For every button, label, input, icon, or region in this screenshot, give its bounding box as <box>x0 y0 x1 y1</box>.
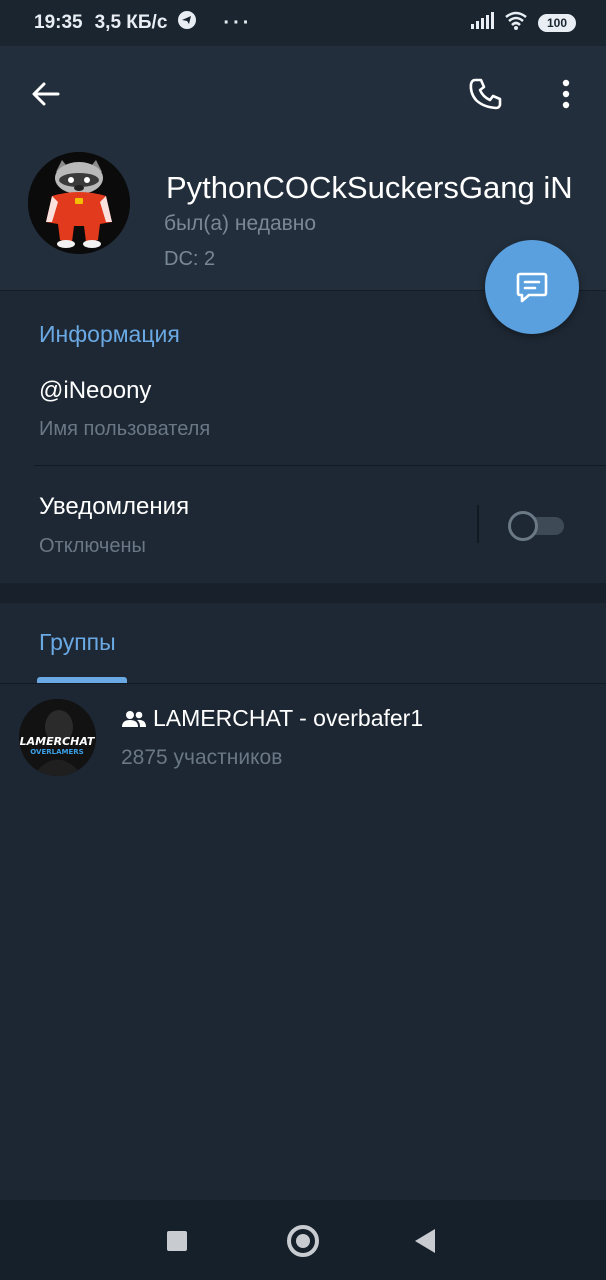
status-bar: 19:35 3,5 КБ/с ··· 100 <box>0 0 606 46</box>
status-more-dots: ··· <box>223 11 253 34</box>
circle-icon <box>296 1234 310 1248</box>
info-section-title: Информация <box>39 321 180 347</box>
more-options-button[interactable] <box>552 76 580 112</box>
profile-dc: DC: 2 <box>164 248 216 270</box>
more-vertical-icon <box>562 79 570 109</box>
system-back-button[interactable] <box>415 1229 435 1253</box>
recents-button[interactable] <box>167 1231 187 1251</box>
battery-icon: 100 <box>538 14 576 32</box>
group-icon <box>122 710 146 727</box>
notifications-label[interactable]: Уведомления <box>39 493 189 521</box>
arrow-left-icon <box>32 82 60 106</box>
system-nav-bar <box>0 1200 606 1280</box>
group-name: LAMERCHAT - overbafer1 <box>153 705 424 731</box>
raccoon-avatar-icon <box>28 152 130 254</box>
toggle-knob <box>508 511 538 541</box>
divider <box>34 465 606 466</box>
telegram-notification-icon <box>177 10 197 36</box>
profile-avatar[interactable] <box>28 152 130 254</box>
lamerchat-avatar-icon: LAMERCHAT OVERLAMERS <box>19 699 96 776</box>
notifications-value: Отключены <box>39 535 146 557</box>
list-item[interactable]: LAMERCHAT OVERLAMERS LAMERCHAT - overbaf… <box>0 685 606 785</box>
svg-text:OVERLAMERS: OVERLAMERS <box>30 748 83 756</box>
svg-text:LAMERCHAT: LAMERCHAT <box>20 735 96 748</box>
tab-groups[interactable]: Группы <box>39 629 116 656</box>
status-speed: 3,5 КБ/с <box>94 12 168 33</box>
info-section: Информация @iNeoony Имя пользователя Уве… <box>0 290 606 583</box>
section-spacer <box>0 583 606 603</box>
profile-status: был(а) недавно <box>164 212 317 235</box>
group-avatar: LAMERCHAT OVERLAMERS <box>19 699 96 776</box>
username-label: Имя пользователя <box>39 418 211 440</box>
wifi-icon <box>504 10 528 36</box>
tab-indicator <box>37 677 127 683</box>
profile-name: PythonCOCkSuckersGang iN <box>166 170 573 205</box>
send-message-button[interactable] <box>485 240 579 334</box>
group-members-count: 2875 участников <box>121 746 283 769</box>
groups-tab-bar: Группы <box>0 603 606 684</box>
notifications-toggle[interactable] <box>508 511 566 541</box>
message-icon <box>516 272 548 303</box>
status-time: 19:35 <box>34 12 83 33</box>
call-button[interactable] <box>466 74 506 114</box>
username-value[interactable]: @iNeoony <box>39 377 151 405</box>
signal-icon <box>470 11 494 35</box>
phone-icon <box>469 78 502 110</box>
home-button[interactable] <box>287 1225 319 1257</box>
divider-vertical <box>477 505 479 543</box>
back-button[interactable] <box>28 76 64 112</box>
